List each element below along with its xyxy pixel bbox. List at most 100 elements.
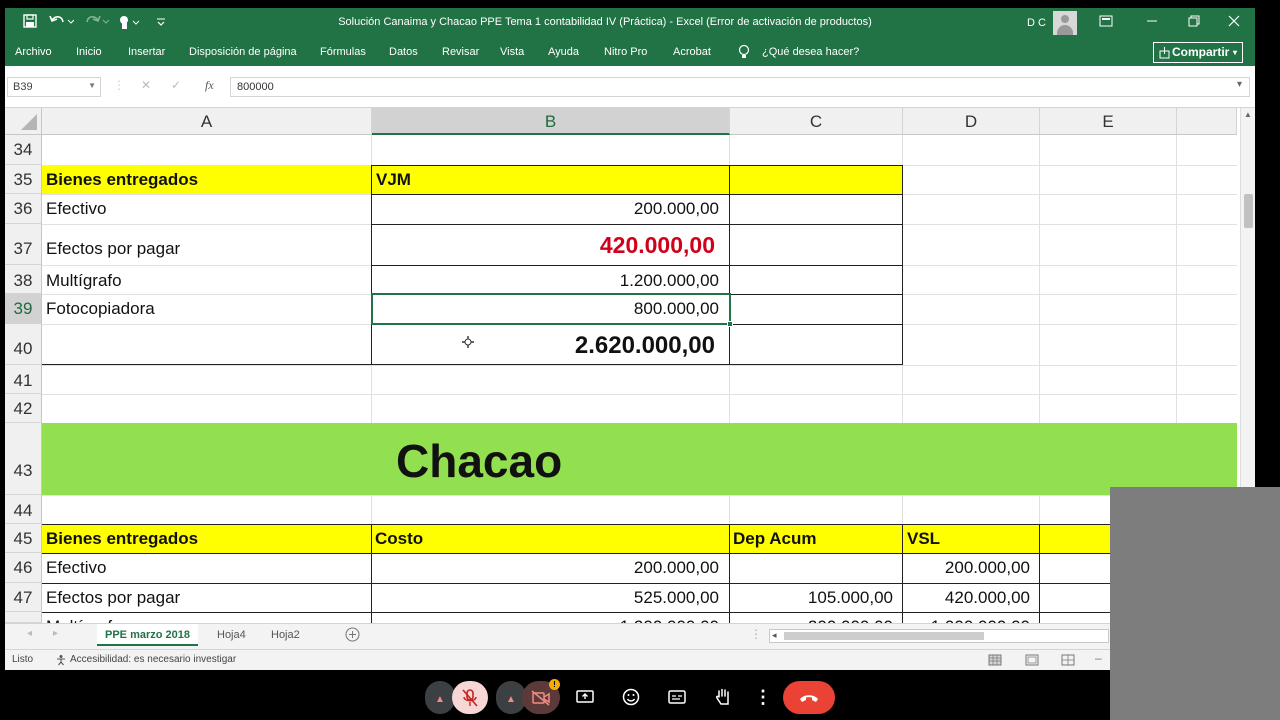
- active-cell-selection[interactable]: [371, 293, 731, 325]
- cancel-icon[interactable]: ✕: [141, 78, 151, 92]
- table2-label-efectivo[interactable]: Efectivo: [46, 553, 106, 583]
- tab-insertar[interactable]: Insertar: [128, 46, 165, 58]
- ribbon-display-options-icon[interactable]: [1095, 12, 1117, 34]
- split-handle-icon[interactable]: ⋮: [750, 627, 762, 641]
- avatar[interactable]: [1053, 11, 1077, 35]
- table1-label-multigrafo[interactable]: Multígrafo: [46, 265, 122, 294]
- name-box[interactable]: B39 ▼: [7, 77, 101, 97]
- share-button[interactable]: Compartir ▾: [1153, 42, 1243, 63]
- table1-value-efectos[interactable]: 420.000,00: [372, 224, 715, 265]
- tab-formulas[interactable]: Fórmulas: [320, 46, 366, 58]
- undo-icon[interactable]: [47, 14, 75, 32]
- normal-view-icon[interactable]: [988, 653, 1002, 670]
- tab-revisar[interactable]: Revisar: [442, 46, 479, 58]
- enter-icon[interactable]: ✓: [171, 78, 181, 92]
- tab-disposicion[interactable]: Disposición de página: [189, 46, 297, 58]
- worksheet-grid[interactable]: A B C D E 34 35 36 37 38 39 40 41 42 43 …: [5, 108, 1237, 623]
- table2-dep-multigrafo[interactable]: 200.000,00: [730, 612, 893, 623]
- row-header-40[interactable]: 40: [5, 324, 42, 365]
- tab-vista[interactable]: Vista: [500, 46, 524, 58]
- captions-button[interactable]: [660, 681, 694, 714]
- scroll-thumb[interactable]: [784, 632, 984, 640]
- sheet-tab-ppe-marzo-2018[interactable]: PPE marzo 2018: [97, 624, 198, 646]
- formula-input[interactable]: 800000: [230, 77, 1250, 97]
- row-header-41[interactable]: 41: [5, 365, 42, 394]
- page-layout-icon[interactable]: [1025, 653, 1039, 670]
- row-header-36[interactable]: 36: [5, 194, 42, 224]
- tab-prev-icon[interactable]: ◂: [27, 628, 32, 639]
- end-call-button[interactable]: [783, 681, 835, 714]
- minimize-icon[interactable]: [1141, 12, 1163, 34]
- restore-icon[interactable]: [1183, 12, 1205, 34]
- table2-vsl-efectos[interactable]: 420.000,00: [903, 583, 1030, 612]
- table2-costo-efectos[interactable]: 525.000,00: [372, 583, 719, 612]
- table1-total[interactable]: 2.620.000,00: [372, 324, 715, 365]
- scroll-left-icon[interactable]: ◂: [772, 630, 777, 641]
- table2-vsl-multigrafo[interactable]: 1.000.000,00: [903, 612, 1030, 623]
- tab-acrobat[interactable]: Acrobat: [673, 46, 711, 58]
- tab-ayuda[interactable]: Ayuda: [548, 46, 579, 58]
- close-icon[interactable]: [1223, 12, 1245, 34]
- table1-value-efectivo[interactable]: 200.000,00: [372, 194, 719, 224]
- table2-header-bienes[interactable]: Bienes entregados: [46, 524, 198, 553]
- emoji-button[interactable]: [614, 681, 648, 714]
- column-header-f[interactable]: [1177, 108, 1237, 135]
- table2-header-vsl[interactable]: VSL: [907, 524, 940, 553]
- mic-options-button[interactable]: ▲: [425, 681, 455, 714]
- insert-function-icon[interactable]: fx: [205, 78, 214, 93]
- raise-hand-button[interactable]: [706, 681, 740, 714]
- row-header-47[interactable]: 47: [5, 583, 42, 612]
- table2-vsl-efectivo[interactable]: 200.000,00: [903, 553, 1030, 583]
- row-header-45[interactable]: 45: [5, 524, 42, 553]
- table1-value-multigrafo[interactable]: 1.200.000,00: [372, 265, 719, 294]
- zoom-out-icon[interactable]: –: [1095, 651, 1102, 665]
- tab-archivo[interactable]: Archivo: [15, 46, 52, 58]
- column-header-a[interactable]: A: [42, 108, 372, 135]
- row-header-44[interactable]: 44: [5, 495, 42, 524]
- tab-nitro-pro[interactable]: Nitro Pro: [604, 46, 647, 58]
- table1-label-fotocopiadora[interactable]: Fotocopiadora: [46, 294, 155, 324]
- table2-dep-efectivo[interactable]: [730, 553, 893, 583]
- table2-header-costo[interactable]: Costo: [375, 524, 423, 553]
- tab-datos[interactable]: Datos: [389, 46, 418, 58]
- table2-header-dep[interactable]: Dep Acum: [733, 524, 816, 553]
- sheet-tab-hoja4[interactable]: Hoja4: [209, 624, 254, 646]
- table1-header-bienes[interactable]: Bienes entregados: [46, 165, 198, 194]
- table2-label-multigrafo[interactable]: Multígrafo: [46, 612, 122, 623]
- column-header-c[interactable]: C: [730, 108, 903, 135]
- scroll-up-icon[interactable]: ▲: [1244, 110, 1252, 119]
- plus-circle-icon[interactable]: [345, 627, 360, 647]
- column-header-d[interactable]: D: [903, 108, 1040, 135]
- row-header-39[interactable]: 39: [5, 294, 42, 324]
- present-button[interactable]: [568, 681, 602, 714]
- row-header-37[interactable]: 37: [5, 224, 42, 265]
- table2-label-efectos[interactable]: Efectos por pagar: [46, 583, 180, 612]
- page-break-icon[interactable]: [1061, 653, 1075, 670]
- row-header-48[interactable]: [5, 612, 42, 623]
- row-header-38[interactable]: 38: [5, 265, 42, 294]
- tab-next-icon[interactable]: ▸: [53, 628, 58, 639]
- table2-dep-efectos[interactable]: 105.000,00: [730, 583, 893, 612]
- section-title[interactable]: Chacao: [396, 423, 562, 495]
- sheet-tab-hoja2[interactable]: Hoja2: [263, 624, 308, 646]
- row-header-42[interactable]: 42: [5, 394, 42, 423]
- scroll-thumb[interactable]: [1244, 194, 1253, 228]
- expand-formula-icon[interactable]: ▾: [1237, 79, 1242, 90]
- touch-mode-icon[interactable]: [115, 14, 143, 32]
- row-header-43[interactable]: 43: [5, 423, 42, 495]
- tab-inicio[interactable]: Inicio: [76, 46, 102, 58]
- row-header-34[interactable]: 34: [5, 135, 42, 165]
- redo-icon[interactable]: [83, 14, 111, 32]
- select-all-corner[interactable]: [5, 108, 42, 135]
- save-icon[interactable]: [21, 14, 39, 32]
- table1-header-vjm[interactable]: VJM: [376, 165, 411, 194]
- column-header-b[interactable]: B: [372, 108, 730, 135]
- table2-costo-efectivo[interactable]: 200.000,00: [372, 553, 719, 583]
- tell-me-search[interactable]: ¿Qué desea hacer?: [762, 46, 859, 58]
- row-header-35[interactable]: 35: [5, 165, 42, 194]
- more-options-button[interactable]: ⋮: [750, 681, 776, 714]
- accessibility-status[interactable]: Accesibilidad: es necesario investigar: [70, 654, 236, 665]
- fill-handle[interactable]: [727, 321, 733, 327]
- table1-label-efectivo[interactable]: Efectivo: [46, 194, 106, 224]
- lightbulb-icon[interactable]: [738, 44, 750, 63]
